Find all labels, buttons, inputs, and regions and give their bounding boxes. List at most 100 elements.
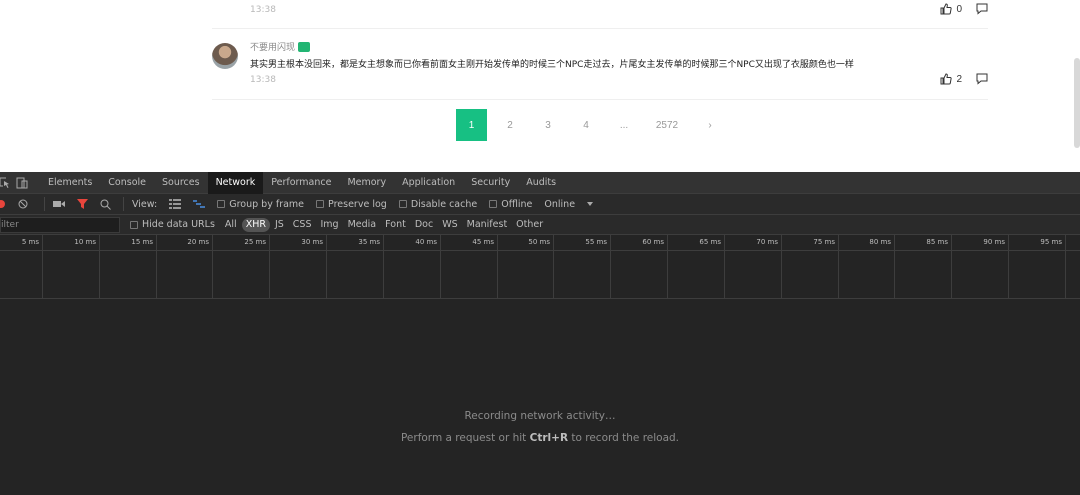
timeline-tick-label: 85 ms [926,238,948,246]
page-button-2[interactable]: 2 [495,109,525,141]
like-count: 0 [956,3,962,15]
reply-button[interactable] [976,73,988,85]
search-button[interactable] [100,199,111,210]
timeline-grid-line [781,235,782,251]
checkbox[interactable] [217,200,226,208]
comment-item: 不要用闪现 其实男主根本没回来，都是女主想象而已你看前面女主刚开始发传单的时候三… [212,40,988,90]
timeline-overview[interactable] [0,251,1080,299]
comment-icon [976,3,988,15]
perform-request-hint: Perform a request or hit Ctrl+R to recor… [400,432,680,444]
offline-checkbox[interactable]: Offline [489,199,532,210]
tab-elements[interactable]: Elements [40,172,100,194]
like-button[interactable]: 0 [940,3,962,15]
divider [212,99,988,100]
divider [212,28,988,29]
timeline-grid-line [553,251,554,299]
timeline-grid-line [724,251,725,299]
page-scrollbar[interactable] [1074,58,1080,148]
clear-button[interactable] [18,199,28,209]
hide-data-urls-checkbox[interactable]: Hide data URLs [130,219,215,230]
comment-username[interactable]: 不要用闪现 [250,40,311,53]
devtools-panel: Elements Console Sources Network Perform… [0,171,1080,495]
record-button[interactable] [0,199,6,209]
filter-type-img[interactable]: Img [317,218,343,232]
avatar[interactable] [212,43,238,69]
timeline-tick-label: 25 ms [244,238,266,246]
device-toolbar-icon[interactable] [16,177,28,189]
filter-type-other[interactable]: Other [512,218,547,232]
checkbox[interactable] [130,220,138,229]
timeline-grid-line [724,235,725,251]
comment-time: 13:38 [250,5,276,15]
timeline-grid-line [1065,251,1066,299]
next-page-button[interactable]: › [695,109,725,141]
inspect-element-icon[interactable] [0,177,10,189]
filter-type-all[interactable]: All [221,218,241,232]
checkbox[interactable] [316,200,325,208]
checkbox[interactable] [398,200,407,208]
like-count: 2 [956,73,962,85]
timeline-grid-line [838,251,839,299]
large-rows-toggle[interactable] [169,199,182,209]
timeline-tick-label: 60 ms [642,238,664,246]
timeline-ruler: 5 ms 10 ms 15 ms 20 ms 25 ms 30 ms 35 ms 40 ms 4… [0,235,1080,251]
timeline-grid-line [383,235,384,251]
filter-type-manifest[interactable]: Manifest [463,218,512,232]
timeline-grid-line [781,251,782,299]
filter-type-media[interactable]: Media [344,218,381,232]
filter-type-xhr[interactable]: XHR [241,217,270,232]
filter-type-js[interactable]: JS [271,218,288,232]
timeline-grid-line [42,235,43,251]
disable-cache-checkbox[interactable]: Disable cache [398,199,477,210]
filter-type-ws[interactable]: WS [438,218,461,232]
throttling-select[interactable]: Online [544,199,594,210]
dropdown-arrow-icon [587,202,594,206]
timeline-tick-label: 35 ms [358,238,380,246]
tab-memory[interactable]: Memory [339,172,394,194]
timeline-grid-line [951,235,952,251]
comment-actions: 2 [940,73,988,85]
page-button-3[interactable]: 3 [533,109,563,141]
comment-time: 13:38 [250,75,276,85]
tab-console[interactable]: Console [100,172,154,194]
filter-toggle-button[interactable] [77,199,88,209]
timeline-tick-label: 55 ms [585,238,607,246]
level-badge-icon [298,41,311,52]
timeline-grid-line [212,251,213,299]
recording-message: Recording network activity… [464,410,616,422]
timeline-grid-line [42,251,43,299]
tab-sources[interactable]: Sources [154,172,208,194]
tab-network[interactable]: Network [207,171,264,194]
preserve-log-checkbox[interactable]: Preserve log [316,199,387,210]
checkbox[interactable] [489,200,498,208]
timeline-grid-line [610,235,611,251]
filter-type-doc[interactable]: Doc [411,218,437,232]
like-button[interactable]: 2 [940,73,962,85]
toolbar-separator [44,197,45,211]
filter-input[interactable]: ilter [0,216,120,233]
overview-toggle[interactable] [193,199,206,209]
page-button-1[interactable]: 1 [456,109,487,141]
timeline-grid-line [99,235,100,251]
tab-performance[interactable]: Performance [263,172,339,194]
tab-security[interactable]: Security [463,172,518,194]
tab-application[interactable]: Application [394,172,463,194]
timeline-tick-label: 30 ms [301,238,323,246]
capture-screenshots-button[interactable] [53,199,65,209]
devtools-tabbar: Elements Console Sources Network Perform… [0,171,1080,194]
timeline-tick-label: 95 ms [1040,238,1062,246]
page-button-last[interactable]: 2572 [647,109,687,141]
comment-item: 13:38 0 [212,0,988,30]
waterfall-icon [193,200,206,208]
timeline-tick-label: 70 ms [756,238,778,246]
page-button-4[interactable]: 4 [571,109,601,141]
filter-type-font[interactable]: Font [381,218,410,232]
group-by-frame-checkbox[interactable]: Group by frame [217,199,304,210]
timeline-grid-line [1008,251,1009,299]
timeline-grid-line [894,251,895,299]
timeline-tick-label: 15 ms [131,238,153,246]
timeline-grid-line [497,251,498,299]
filter-type-css[interactable]: CSS [289,218,316,232]
tab-audits[interactable]: Audits [518,172,564,194]
reply-button[interactable] [976,3,988,15]
